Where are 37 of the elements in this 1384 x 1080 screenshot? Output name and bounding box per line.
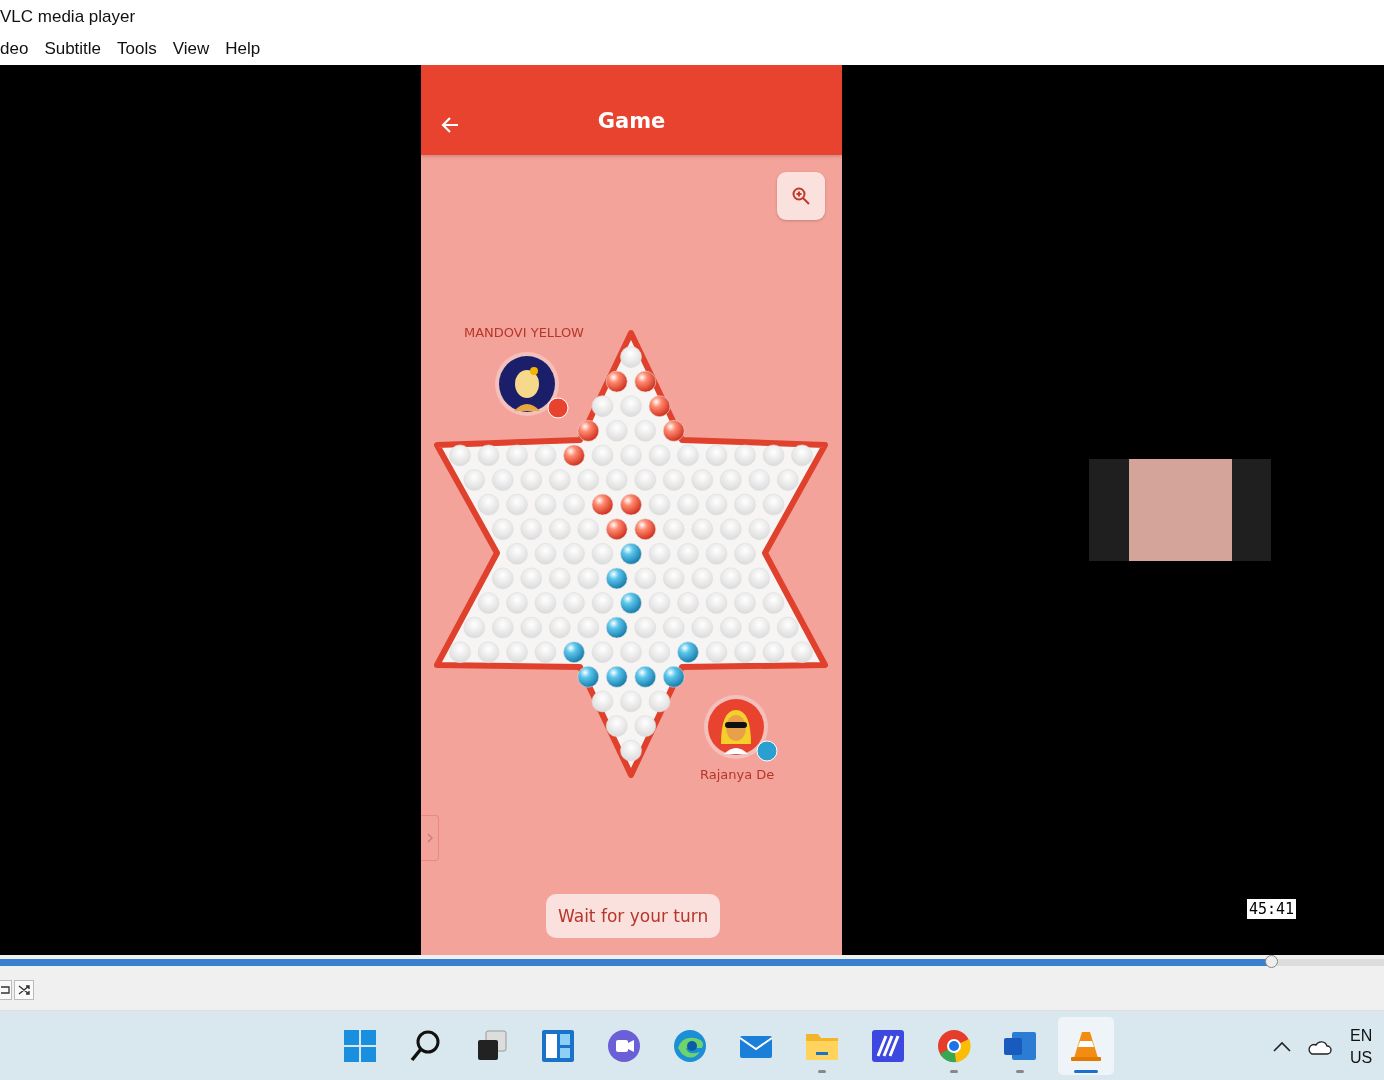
- language-text: US: [1350, 1048, 1373, 1068]
- running-indicator: [1074, 1070, 1098, 1073]
- menu-item[interactable]: Help: [225, 39, 261, 59]
- side-panel-handle[interactable]: [421, 815, 439, 861]
- seek-handle[interactable]: [1264, 955, 1278, 968]
- player-name: Rajanya De: [700, 767, 775, 782]
- running-indicator: [818, 1070, 826, 1073]
- windows-logo-icon: [342, 1028, 378, 1064]
- zoom-button[interactable]: [777, 172, 825, 220]
- widgets-icon: [540, 1028, 576, 1064]
- status-button[interactable]: Wait for your turn: [546, 894, 721, 938]
- menu-item[interactable]: View: [172, 39, 210, 59]
- language-indicator[interactable]: EN US: [1350, 1025, 1373, 1069]
- menu-item[interactable]: Subtitle: [44, 39, 102, 59]
- loop-icon: [0, 984, 11, 996]
- video-chat-icon: [606, 1028, 642, 1064]
- screen-title: Game: [597, 109, 666, 133]
- running-indicator: [950, 1070, 958, 1073]
- back-arrow-icon[interactable]: [440, 115, 460, 135]
- language-text: EN: [1350, 1026, 1373, 1046]
- menu-item[interactable]: deo: [0, 39, 29, 59]
- chevron-right-icon: [425, 833, 434, 843]
- running-indicator: [1016, 1070, 1024, 1073]
- loop-button[interactable]: [0, 980, 12, 1000]
- shuffle-button[interactable]: [14, 980, 34, 1000]
- window-title: VLC media player: [0, 6, 136, 27]
- player-avatar-icon: [495, 352, 559, 416]
- cloud-icon[interactable]: [1306, 1038, 1332, 1056]
- shuffle-icon: [17, 983, 31, 997]
- browser-wave-icon: [672, 1028, 708, 1064]
- zoom-in-icon: [792, 187, 810, 205]
- chrome-ball-icon: [936, 1028, 972, 1064]
- time-tooltip: 45:41: [1247, 899, 1297, 919]
- player-name: MANDOVI YELLOW: [464, 325, 584, 340]
- menu-item[interactable]: Tools: [117, 39, 157, 59]
- player-avatar-icon: [704, 695, 768, 759]
- chevron-up-icon[interactable]: [1272, 1041, 1292, 1053]
